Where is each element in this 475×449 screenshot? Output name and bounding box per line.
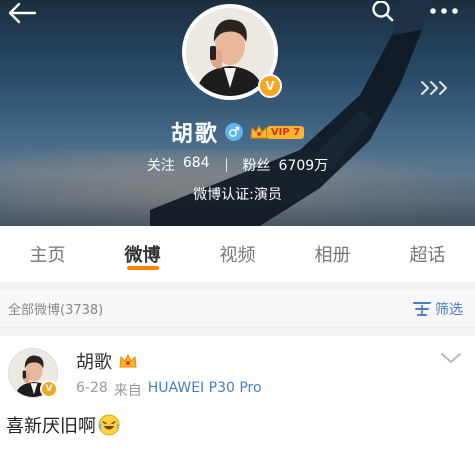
following-label: 关注: [146, 158, 175, 174]
post-author-name[interactable]: 胡歌: [76, 348, 112, 374]
section-divider: [0, 282, 475, 290]
active-tab-indicator: [126, 266, 159, 270]
tab-super-topic[interactable]: 超话: [380, 226, 475, 282]
crown-icon: [250, 124, 268, 139]
following-stat[interactable]: 关注 684: [147, 155, 210, 175]
crown-icon[interactable]: [118, 352, 138, 370]
followers-count: 6709万: [278, 158, 329, 174]
following-count: 684: [182, 155, 210, 171]
triple-chevron-right-icon: [421, 81, 447, 95]
post-verified-badge: V: [40, 380, 58, 398]
stats-divider: [225, 158, 227, 172]
male-icon: [224, 123, 243, 141]
filter-label: 筛选: [435, 301, 463, 318]
post-author-row: 胡歌: [76, 348, 138, 374]
verified-badge: V: [258, 74, 282, 98]
vip-level: VIP 7: [266, 125, 305, 139]
more-dots-icon: [430, 8, 458, 14]
tab-video[interactable]: 视频: [190, 226, 285, 282]
tab-label: 相册: [314, 245, 351, 266]
post-source-prefix: 来自: [113, 383, 142, 399]
tab-label: 微博: [124, 245, 161, 266]
more-button[interactable]: [424, 0, 464, 22]
section-divider: [0, 328, 475, 336]
post-text: 喜新厌旧啊: [6, 416, 96, 437]
verified-v-icon: V: [265, 79, 275, 93]
verified-v-icon: V: [45, 383, 53, 394]
profile-tabs: 主页 微博 视频 相册 超话: [0, 226, 475, 282]
search-icon: [372, 1, 394, 22]
chevron-down-icon: [441, 353, 461, 363]
filter-button[interactable]: 筛选: [413, 299, 463, 319]
post-source[interactable]: HUAWEI P30 Pro: [148, 380, 262, 400]
post-menu-button[interactable]: [438, 348, 464, 368]
tab-label: 超话: [409, 245, 446, 266]
followers-label: 粉丝: [242, 158, 271, 174]
back-arrow-icon: [8, 2, 37, 24]
laughing-emoji-icon: [98, 414, 120, 436]
post-content: 喜新厌旧啊: [6, 412, 120, 438]
all-posts-count: 全部微博(3738): [8, 303, 104, 318]
search-button[interactable]: [368, 0, 398, 24]
profile-header: V 胡歌 VIP 7 关注 684 粉丝 6709万 微博认证:演员: [0, 0, 475, 226]
name-row: 胡歌 VIP 7: [0, 116, 475, 148]
tab-weibo[interactable]: 微博: [95, 226, 190, 282]
tab-album[interactable]: 相册: [285, 226, 380, 282]
vip-badge[interactable]: VIP 7: [249, 123, 305, 141]
post-date: 6-28: [76, 380, 108, 396]
profile-name: 胡歌: [170, 122, 219, 147]
post-meta: 6-28 来自 HUAWEI P30 Pro: [76, 380, 262, 400]
tab-label: 视频: [219, 245, 256, 266]
filter-icon: [413, 301, 431, 316]
followers-stat[interactable]: 粉丝 6709万: [243, 155, 329, 175]
verification-text: 微博认证:演员: [193, 187, 282, 203]
header-expand-button[interactable]: [418, 76, 452, 100]
tab-label: 主页: [29, 245, 66, 266]
filter-bar: 全部微博(3738) 筛选: [0, 290, 475, 328]
stats-row: 关注 684 粉丝 6709万: [0, 155, 475, 175]
tab-home[interactable]: 主页: [0, 226, 95, 282]
back-button[interactable]: [2, 0, 42, 26]
post-card[interactable]: V 胡歌 6-28 来自 HUAWEI P30 Pro 喜新厌旧啊: [0, 336, 475, 449]
